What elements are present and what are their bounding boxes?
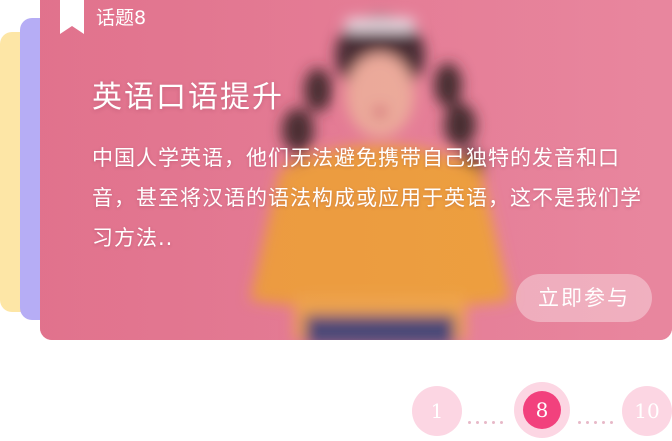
topic-title: 英语口语提升	[92, 80, 284, 115]
pagination-ellipsis	[578, 409, 618, 424]
page-button-first[interactable]: 1	[412, 386, 462, 436]
pagination: 1 8 10	[0, 380, 672, 440]
topic-card[interactable]: 话题8 英语口语提升 中国人学英语，他们无法避免携带自己独特的发音和口音，甚至将…	[40, 0, 672, 340]
topic-number-label: 话题8	[96, 7, 147, 29]
topic-description: 中国人学英语，他们无法避免携带自己独特的发音和口音，甚至将汉语的语法构成或应用于…	[92, 146, 642, 250]
bookmark-icon	[60, 0, 84, 34]
page-button-current[interactable]: 8	[523, 391, 561, 429]
pagination-ellipsis	[468, 409, 508, 424]
join-button[interactable]: 立即参与	[516, 274, 652, 322]
page-button-last[interactable]: 10	[622, 386, 672, 436]
